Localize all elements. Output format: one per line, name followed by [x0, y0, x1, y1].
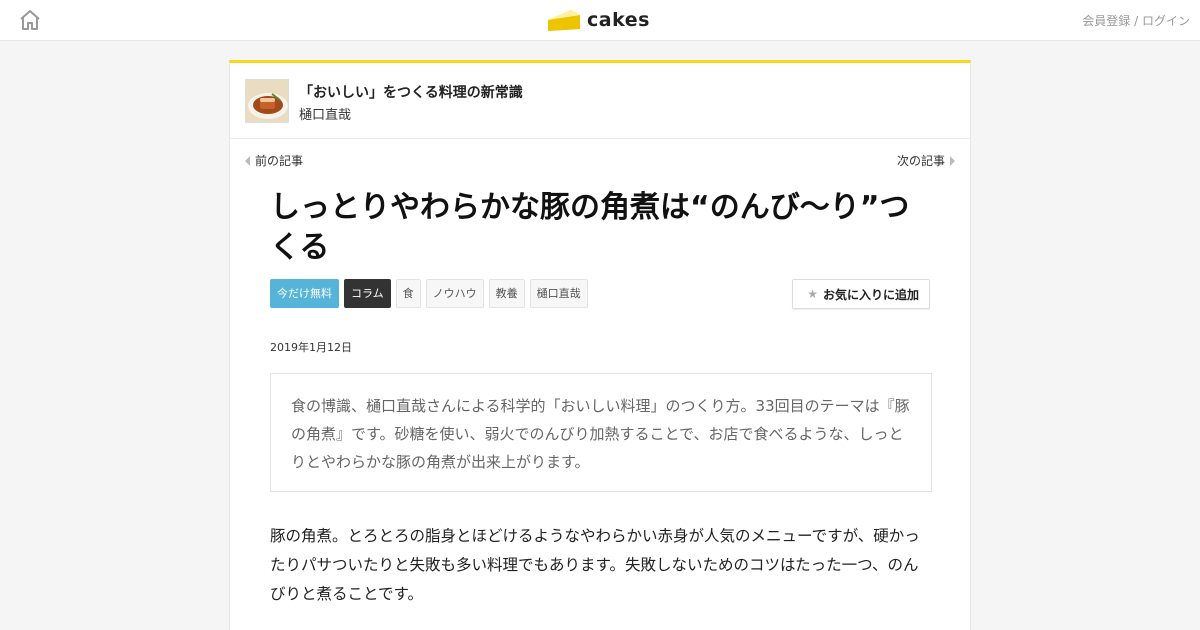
- next-article-link[interactable]: 次の記事: [897, 152, 955, 169]
- add-favorite-label: お気に入りに追加: [822, 287, 919, 302]
- star-icon: ★: [807, 287, 818, 301]
- tag-culture[interactable]: 教養: [488, 279, 525, 308]
- chevron-right-icon: [950, 155, 955, 166]
- login-link[interactable]: ログイン: [1142, 14, 1190, 28]
- top-bar: cakes 会員登録 / ログイン: [0, 0, 1200, 41]
- tag-list: 今だけ無料 コラム 食 ノウハウ 教養 樋口直哉: [270, 279, 588, 308]
- chevron-left-icon: [245, 155, 250, 166]
- auth-links: 会員登録 / ログイン: [1082, 12, 1190, 29]
- tag-knowhow[interactable]: ノウハウ: [425, 279, 484, 308]
- series-author[interactable]: 樋口直哉: [299, 104, 351, 123]
- article-body: 豚の角煮。とろとろの脂身とほどけるようなやわらかい赤身が人気のメニューですが、硬…: [270, 527, 920, 603]
- tag-column[interactable]: コラム: [344, 279, 391, 308]
- next-article-label: 次の記事: [896, 154, 945, 168]
- tag-free[interactable]: 今だけ無料: [270, 279, 339, 308]
- tag-food[interactable]: 食: [395, 279, 421, 308]
- cakes-logo[interactable]: cakes: [547, 6, 650, 34]
- cake-logo-icon: [548, 10, 580, 31]
- register-link[interactable]: 会員登録: [1082, 14, 1130, 28]
- tag-author[interactable]: 樋口直哉: [529, 279, 588, 308]
- logo-text: cakes: [587, 9, 650, 31]
- article-lead: 食の博識、樋口直哉さんによる科学的「おいしい料理」のつくり方。33回目のテーマは…: [270, 373, 932, 492]
- auth-separator: /: [1134, 14, 1139, 28]
- prev-article-link[interactable]: 前の記事: [245, 152, 303, 169]
- series-header[interactable]: 「おいしい」をつくる料理の新常識 樋口直哉: [230, 63, 970, 139]
- prev-article-label: 前の記事: [255, 154, 304, 168]
- home-icon[interactable]: [18, 8, 42, 32]
- add-favorite-button[interactable]: ★ お気に入りに追加: [792, 279, 930, 309]
- publish-date: 2019年1月12日: [270, 341, 352, 354]
- series-thumbnail[interactable]: [245, 79, 289, 123]
- series-title[interactable]: 「おいしい」をつくる料理の新常識: [299, 82, 523, 102]
- article-title: しっとりやわらかな豚の角煮は“のんび〜り”つくる: [270, 190, 910, 265]
- article-card: 「おいしい」をつくる料理の新常識 樋口直哉 前の記事 次の記事 しっとりやわらか…: [229, 60, 971, 630]
